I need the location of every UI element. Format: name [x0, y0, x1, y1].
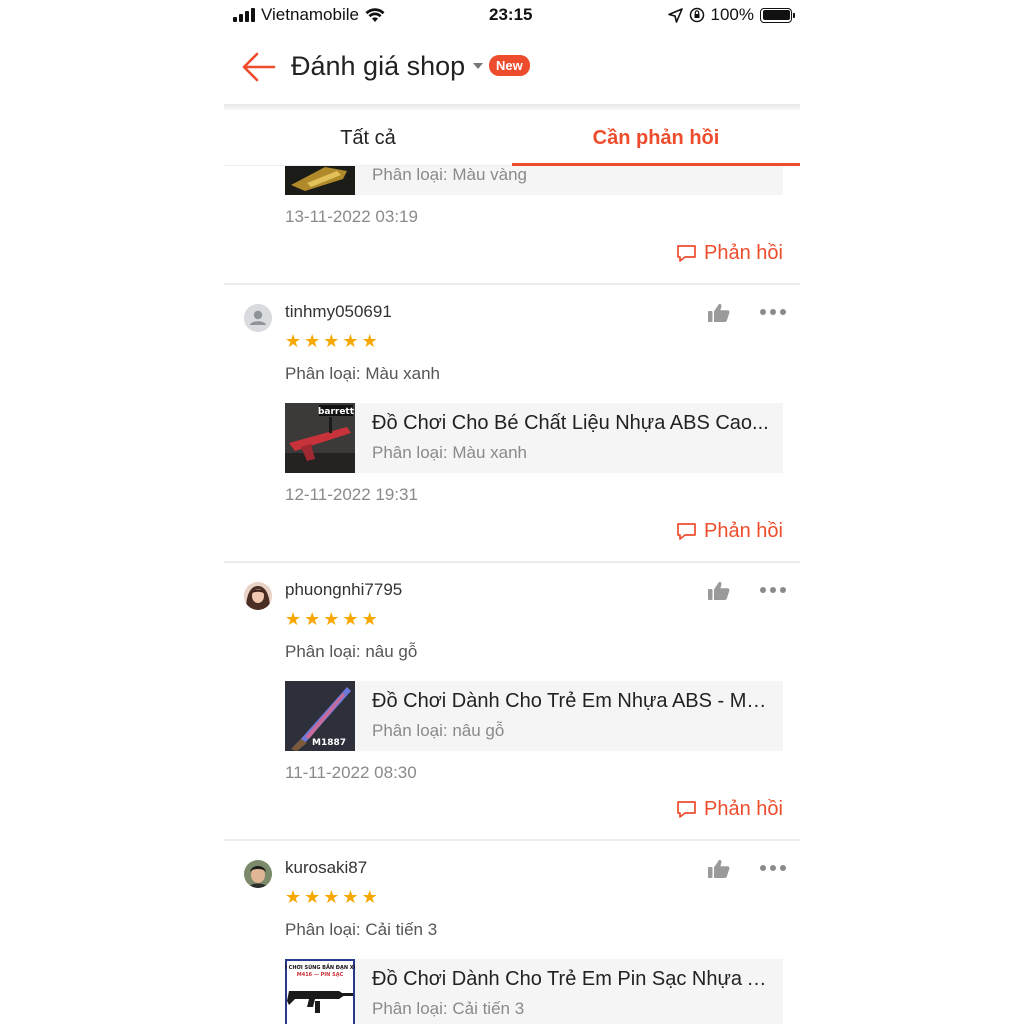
reply-label: Phản hồi: [704, 520, 783, 542]
phone-screen: Vietnamobile 23:15 100% Đánh giá shop Ne…: [224, 0, 800, 1024]
reply-icon: [677, 801, 696, 818]
active-tab-indicator: [512, 163, 800, 166]
battery-icon: [760, 7, 795, 23]
divider: [224, 283, 800, 285]
thumbnail-caption-2: M416 — PIN SẠC: [297, 972, 344, 978]
thumbs-up-icon[interactable]: [708, 581, 730, 601]
rating-stars: ★ ★ ★ ★ ★: [285, 331, 378, 351]
tab-bar: Tất cả Cần phản hồi: [224, 110, 800, 166]
page-title[interactable]: Đánh giá shop: [291, 51, 465, 82]
rating-stars: ★ ★ ★ ★ ★: [285, 609, 378, 629]
product-card[interactable]: barrett Đồ Chơi Cho Bé Chất Liệu Nhựa AB…: [285, 403, 783, 473]
reply-button[interactable]: Phản hồi: [676, 242, 783, 265]
product-name: Đồ Chơi Dành Cho Trẻ Em Nhựa ABS - M1...: [372, 690, 772, 712]
avatar[interactable]: [244, 860, 272, 888]
thumbnail-caption: M1887: [312, 738, 346, 748]
back-arrow-icon[interactable]: [242, 50, 276, 84]
divider: [224, 561, 800, 563]
product-card[interactable]: ĐỒ CHƠI SÚNG BẮN ĐẠN XỐP M416 — PIN SẠC …: [285, 959, 783, 1024]
product-name: Đồ Chơi Cho Bé Chất Liệu Nhựa ABS Cao...: [372, 412, 769, 434]
reply-label: Phản hồi: [704, 798, 783, 820]
tab-need-reply[interactable]: Cần phản hồi: [512, 110, 800, 166]
product-variant: Phân loại: Màu vàng: [372, 165, 527, 184]
product-thumbnail: barrett: [285, 403, 355, 473]
tab-all[interactable]: Tất cả: [224, 110, 512, 166]
review-variant: Phân loại: Màu xanh: [285, 364, 440, 383]
product-variant: Phân loại: Màu xanh: [372, 443, 527, 462]
battery-percent: 100%: [710, 5, 754, 24]
wifi-icon: [365, 7, 385, 22]
location-arrow-icon: [667, 7, 683, 23]
review-variant: Phân loại: Cải tiến 3: [285, 920, 438, 939]
username[interactable]: kurosaki87: [285, 858, 367, 878]
new-badge: New: [489, 55, 530, 76]
reply-button[interactable]: Phản hồi: [676, 798, 783, 821]
review-date: 13-11-2022 03:19: [285, 207, 418, 226]
review-variant: Phân loại: nâu gỗ: [285, 642, 418, 661]
more-options-icon[interactable]: [760, 865, 786, 873]
product-card[interactable]: M1887 Đồ Chơi Dành Cho Trẻ Em Nhựa ABS -…: [285, 681, 783, 751]
username[interactable]: phuongnhi7795: [285, 580, 402, 600]
product-variant: Phân loại: nâu gỗ: [372, 721, 505, 740]
reply-icon: [677, 523, 696, 540]
product-variant: Phân loại: Cải tiến 3: [372, 999, 525, 1018]
dropdown-caret-icon[interactable]: [473, 63, 483, 69]
username[interactable]: tinhmy050691: [285, 302, 392, 322]
status-left: Vietnamobile: [233, 5, 385, 25]
reply-icon: [677, 245, 696, 262]
product-name: Đồ Chơi Dành Cho Trẻ Em Pin Sạc Nhựa A..…: [372, 968, 772, 990]
reply-button[interactable]: Phản hồi: [676, 520, 783, 543]
thumbs-up-icon[interactable]: [708, 303, 730, 323]
review-date: 12-11-2022 19:31: [285, 485, 418, 504]
status-bar: Vietnamobile 23:15 100%: [224, 0, 800, 30]
reply-label: Phản hồi: [704, 242, 783, 264]
divider: [224, 839, 800, 841]
more-options-icon[interactable]: [760, 309, 786, 317]
avatar[interactable]: [244, 304, 272, 332]
thumbs-up-icon[interactable]: [708, 859, 730, 879]
carrier-name: Vietnamobile: [261, 5, 359, 24]
status-right: 100%: [667, 5, 795, 25]
product-thumbnail: ĐỒ CHƠI SÚNG BẮN ĐẠN XỐP M416 — PIN SẠC: [285, 959, 355, 1024]
rating-stars: ★ ★ ★ ★ ★: [285, 887, 378, 907]
rotation-lock-icon: [689, 7, 704, 23]
page-header: Đánh giá shop New: [224, 30, 800, 106]
product-thumbnail: M1887: [285, 681, 355, 751]
thumbnail-caption: barrett: [318, 407, 355, 417]
review-date: 11-11-2022 08:30: [285, 763, 417, 782]
signal-icon: [233, 8, 255, 22]
more-options-icon[interactable]: [760, 587, 786, 595]
clock: 23:15: [489, 5, 533, 24]
avatar[interactable]: [244, 582, 272, 610]
